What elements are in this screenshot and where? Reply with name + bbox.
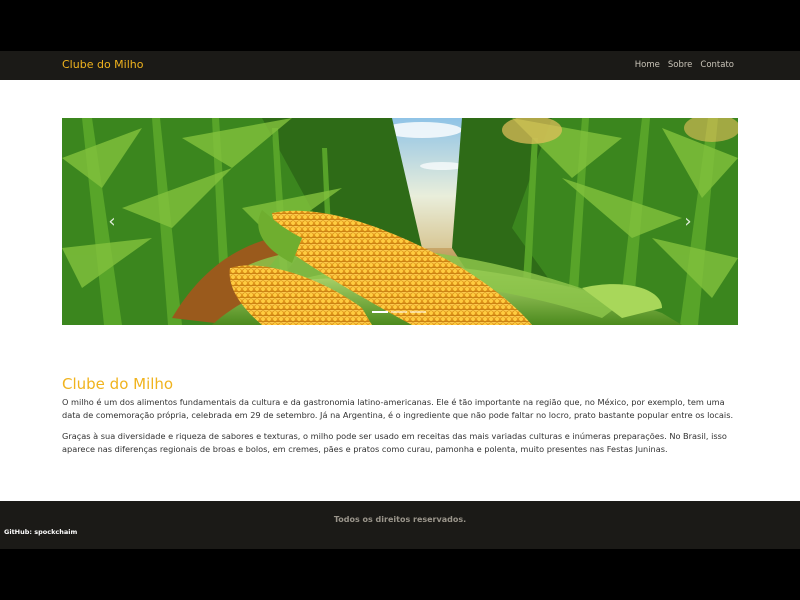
carousel-indicator-2[interactable] xyxy=(391,311,407,313)
footer: Todos os direitos reservados. GitHub: sp… xyxy=(0,501,800,549)
nav-link-contato[interactable]: Contato xyxy=(700,60,734,70)
paragraph-2: Graças à sua diversidade e riqueza de sa… xyxy=(62,431,727,454)
footer-rights: Todos os direitos reservados. xyxy=(333,515,467,524)
about-section: Clube do Milho O milho é um dos alimento… xyxy=(62,375,738,464)
corn-field-image xyxy=(62,118,738,325)
section-title: Clube do Milho xyxy=(62,375,174,393)
navbar: Clube do Milho Home Sobre Contato xyxy=(0,51,800,80)
carousel-indicator-1[interactable] xyxy=(372,311,388,313)
nav-link-sobre[interactable]: Sobre xyxy=(668,60,693,70)
chevron-left-icon: ‹ xyxy=(108,211,116,232)
nav-link-home[interactable]: Home xyxy=(635,60,660,70)
paragraph-1: O milho é um dos alimentos fundamentais … xyxy=(62,397,734,420)
carousel-indicators xyxy=(372,311,426,313)
image-carousel[interactable]: ‹ › xyxy=(62,118,738,325)
chevron-right-icon: › xyxy=(684,211,692,232)
carousel-next-button[interactable]: › xyxy=(638,118,738,325)
nav-menu: Home Sobre Contato xyxy=(635,60,734,70)
brand-link[interactable]: Clube do Milho xyxy=(62,58,143,71)
github-credit: GitHub: spockchaim xyxy=(4,528,78,536)
carousel-prev-button[interactable]: ‹ xyxy=(62,118,162,325)
page: Clube do Milho Home Sobre Contato ‹ › Cl… xyxy=(0,51,800,549)
carousel-indicator-3[interactable] xyxy=(410,311,426,313)
